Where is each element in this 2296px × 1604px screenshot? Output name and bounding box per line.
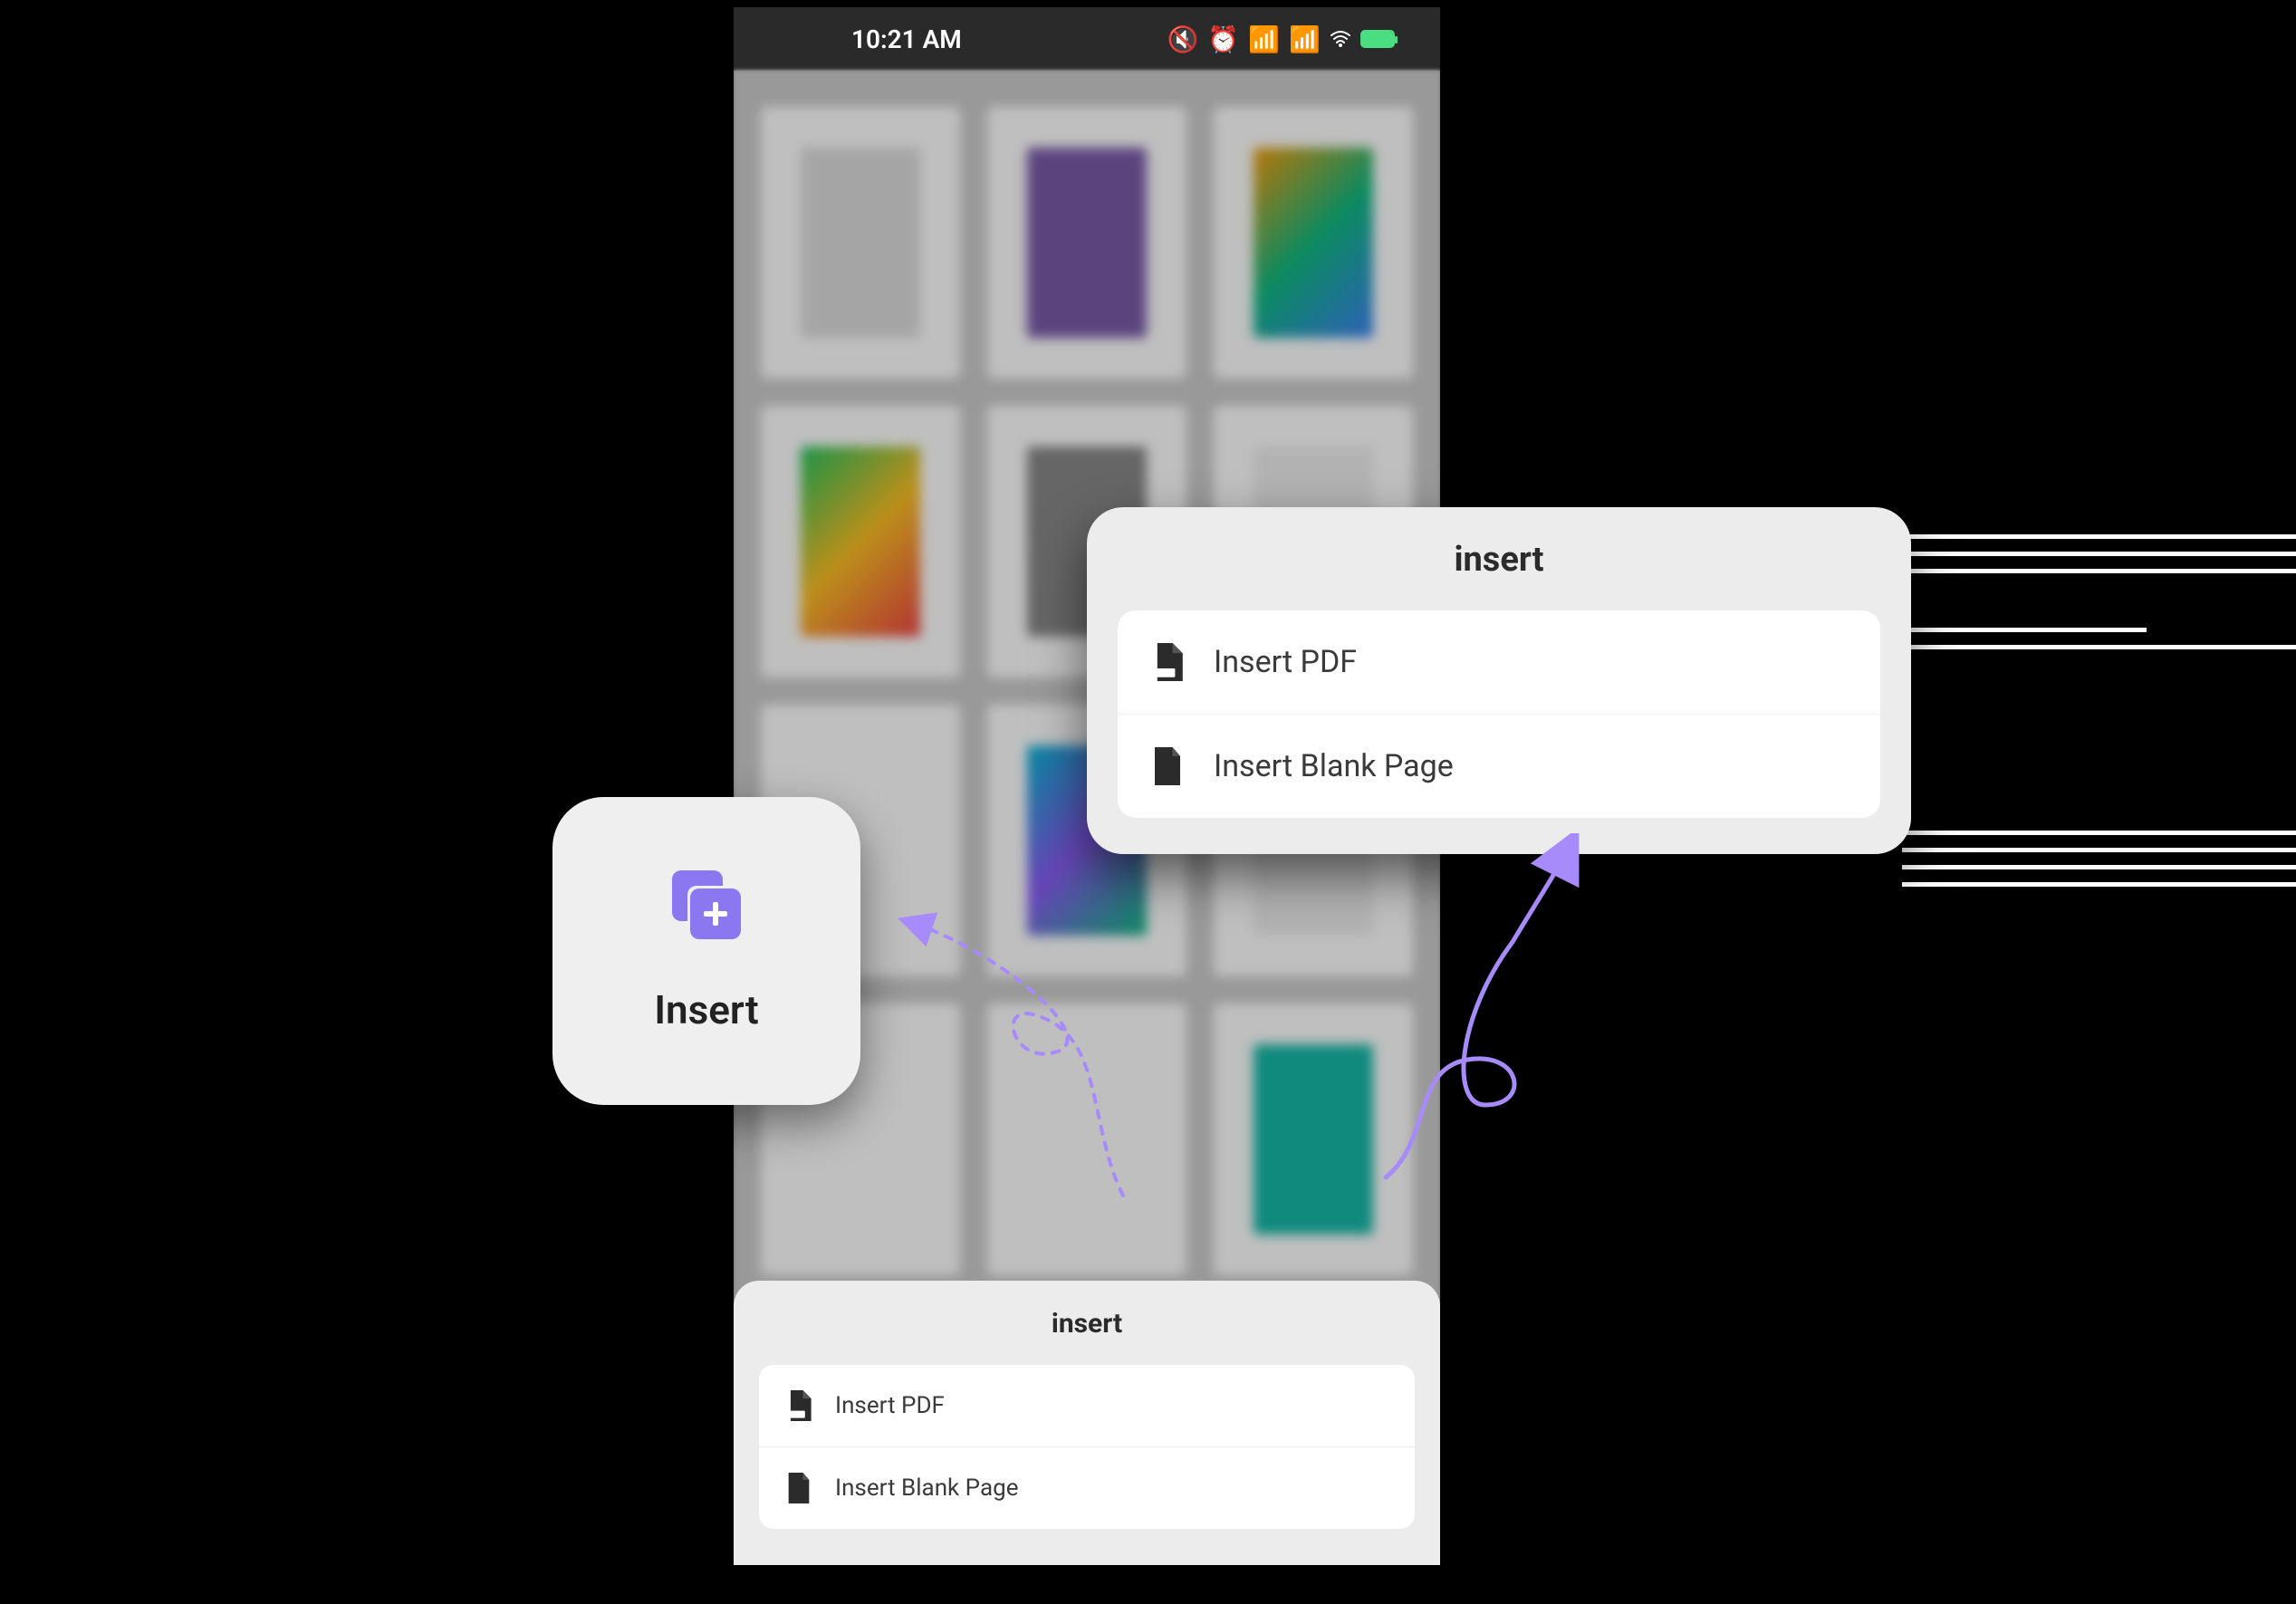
signal-icon-2: 📶 — [1289, 24, 1321, 54]
blank-file-icon — [786, 1473, 812, 1503]
decorative-stripes — [1902, 534, 2296, 941]
callout-option-label: Insert Blank Page — [1214, 748, 1454, 784]
status-indicators: 🔇 ⏰ 📶 📶 — [1167, 24, 1396, 54]
insert-sheet-callout: insert Insert PDF Insert Blank Page — [1087, 507, 1911, 854]
callout-option-list: Insert PDF Insert Blank Page — [1118, 610, 1880, 818]
status-bar: 10:21 AM 🔇 ⏰ 📶 📶 — [734, 7, 1440, 71]
alarm-icon: ⏰ — [1207, 24, 1239, 54]
sheet-title: insert — [759, 1308, 1415, 1340]
signal-icon: 📶 — [1248, 24, 1280, 54]
insert-toolbar-button[interactable]: Insert — [552, 797, 860, 1105]
insert-plus-pages-icon — [670, 869, 743, 941]
pdf-file-icon — [786, 1390, 812, 1421]
callout-option-insert-pdf[interactable]: Insert PDF — [1118, 610, 1880, 715]
callout-option-label: Insert PDF — [1214, 644, 1357, 680]
option-insert-blank-page[interactable]: Insert Blank Page — [759, 1447, 1415, 1529]
option-insert-pdf[interactable]: Insert PDF — [759, 1365, 1415, 1447]
blank-file-icon — [1152, 747, 1183, 785]
battery-icon — [1360, 30, 1395, 48]
option-label: Insert PDF — [835, 1392, 945, 1419]
option-label: Insert Blank Page — [835, 1474, 1018, 1502]
wifi-icon — [1330, 30, 1351, 48]
mute-icon: 🔇 — [1167, 24, 1199, 54]
pdf-file-icon — [1152, 643, 1183, 681]
callout-title: insert — [1118, 540, 1880, 580]
status-time: 10:21 AM — [779, 24, 962, 54]
insert-button-label: Insert — [654, 986, 758, 1033]
callout-option-insert-blank-page[interactable]: Insert Blank Page — [1118, 715, 1880, 818]
sheet-option-list: Insert PDF Insert Blank Page — [759, 1365, 1415, 1529]
insert-action-sheet: insert Insert PDF Insert Blank Page — [734, 1281, 1440, 1565]
